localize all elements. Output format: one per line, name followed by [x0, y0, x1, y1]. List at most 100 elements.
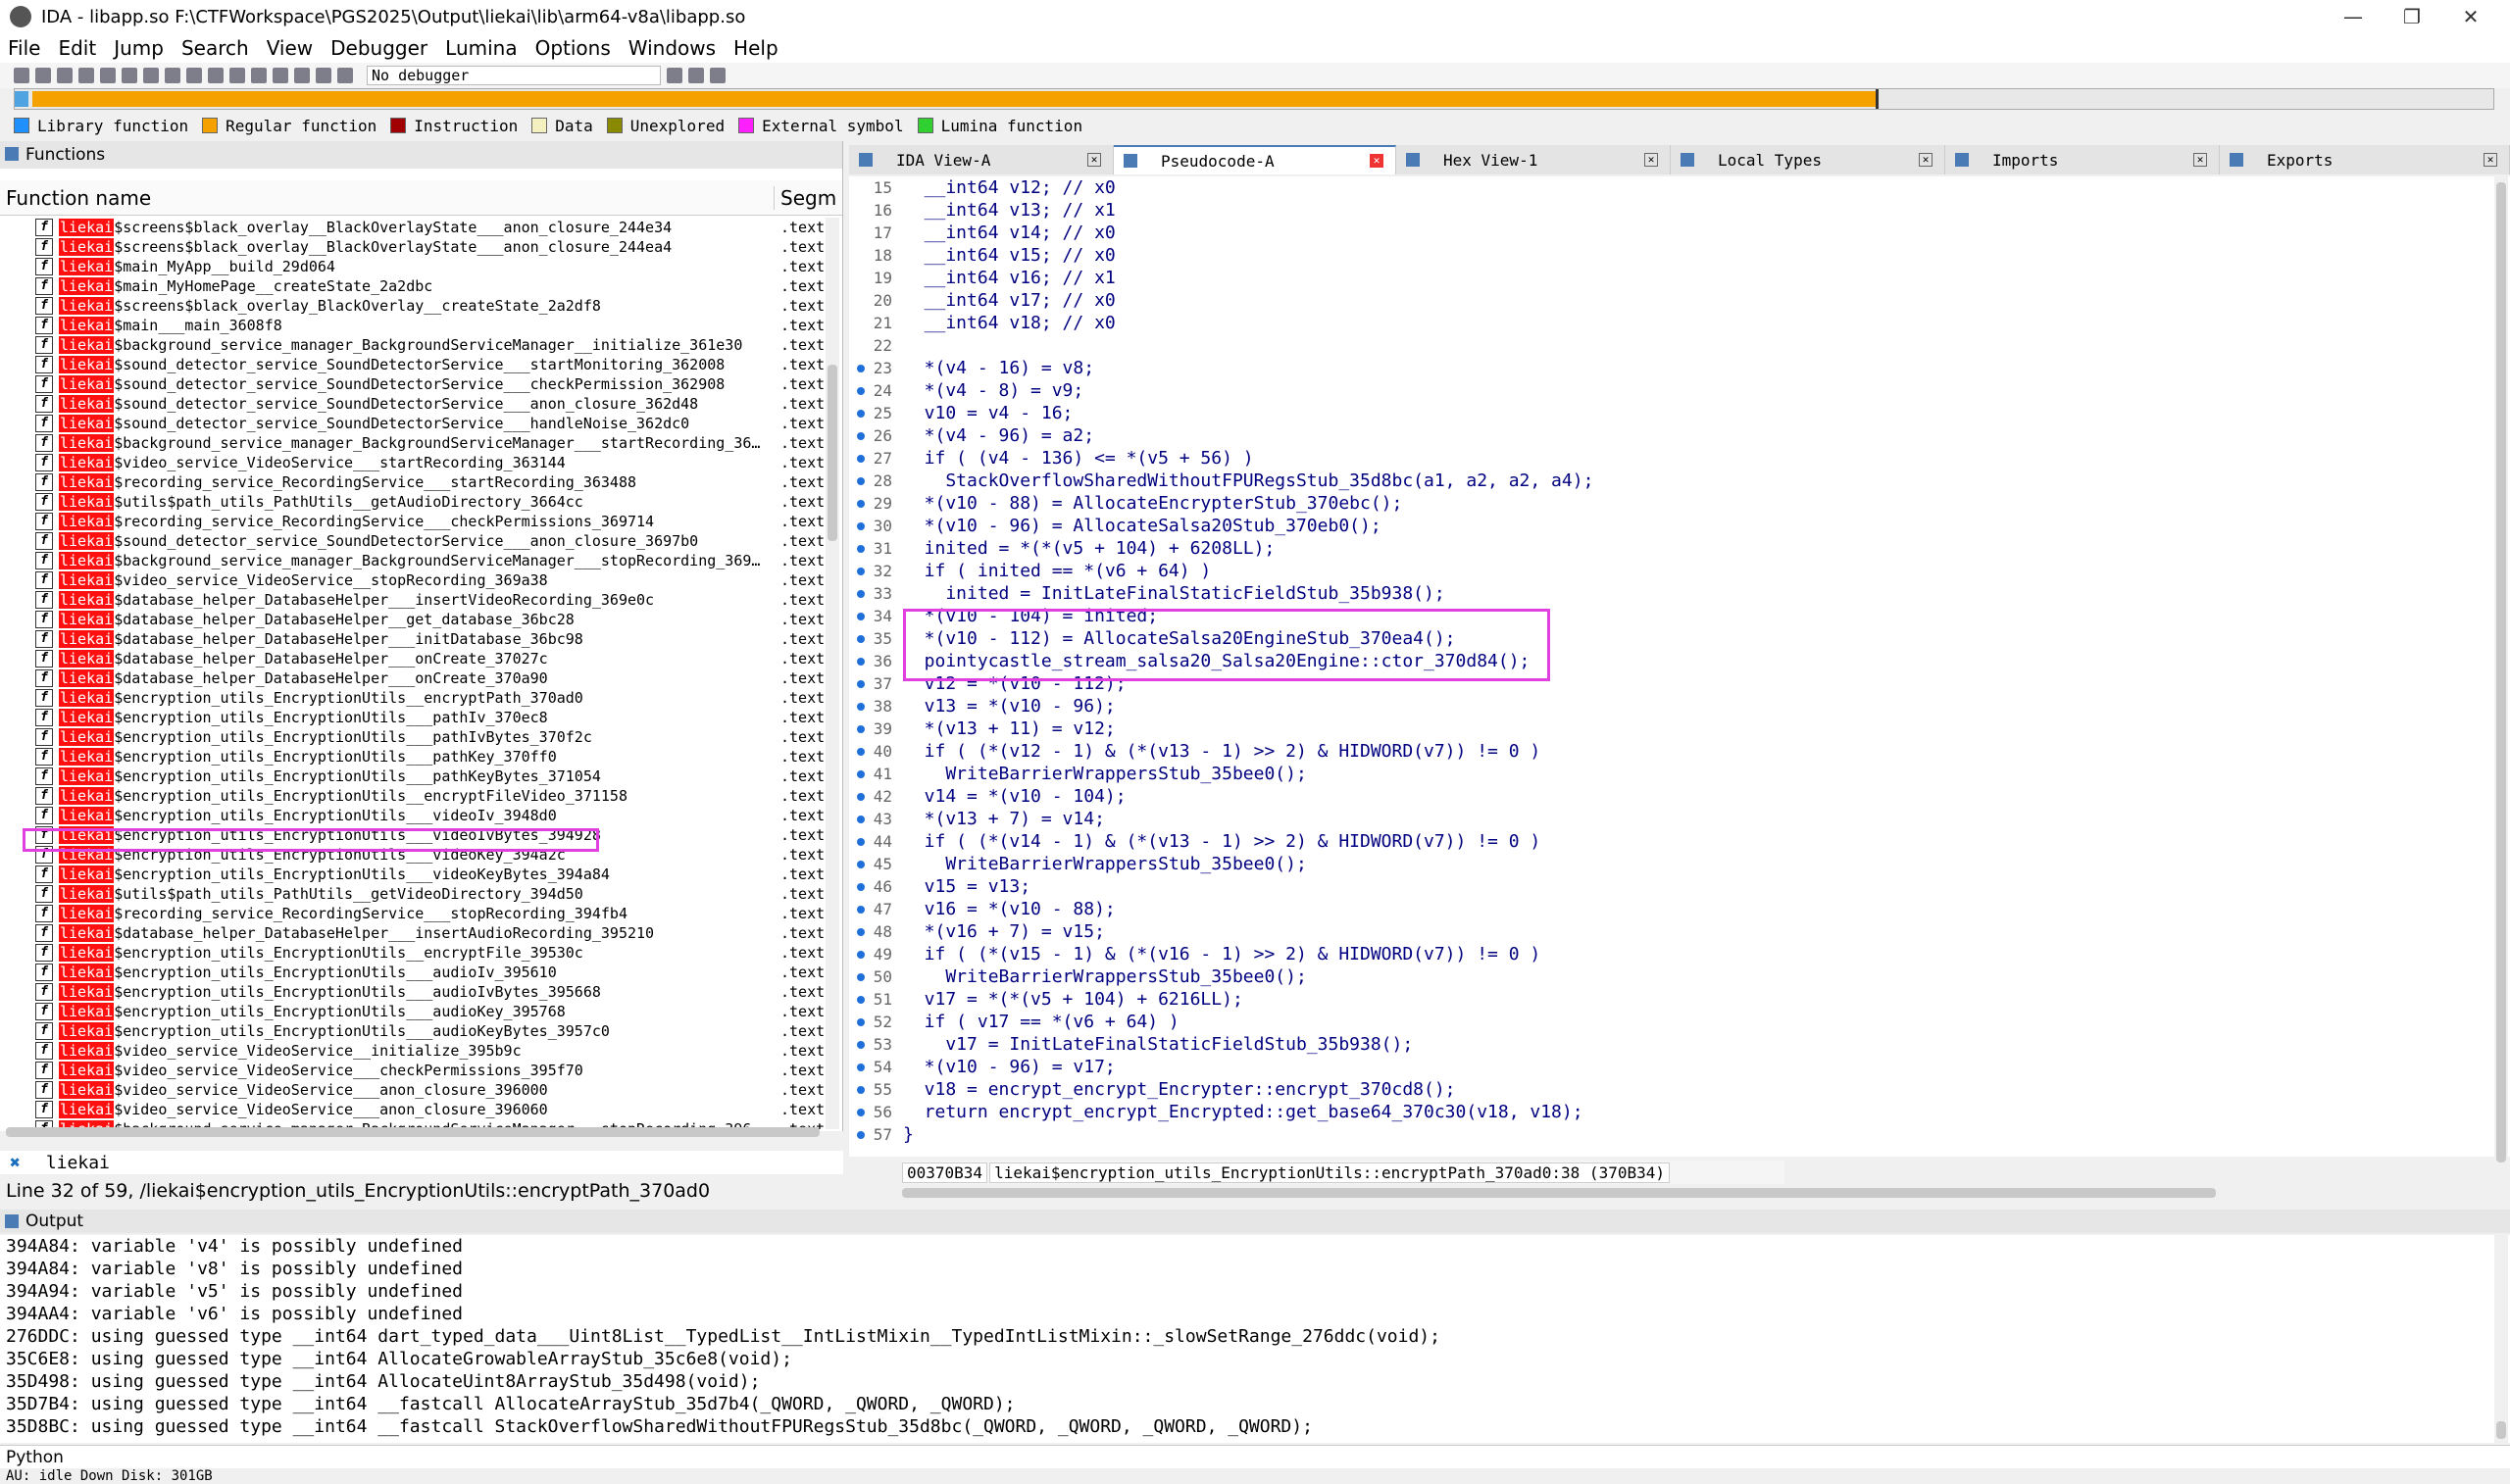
- search-icon[interactable]: [122, 68, 137, 83]
- function-row[interactable]: f liekai $sound_detector_service_SoundDete…: [0, 374, 828, 394]
- flowchart-icon[interactable]: [251, 68, 267, 83]
- function-row[interactable]: f liekai $background_service_manager_Backg…: [0, 551, 828, 570]
- breakpoint-dot-icon[interactable]: [857, 838, 865, 846]
- breakpoint-dot-icon[interactable]: [857, 748, 865, 756]
- function-row[interactable]: f liekai $encryption_utils_EncryptionUtils…: [0, 767, 828, 786]
- code-line[interactable]: __int64 v13; // x1: [903, 199, 2491, 222]
- function-row[interactable]: f liekai $database_helper_DatabaseHelper__…: [0, 610, 828, 629]
- code-line[interactable]: *(v13 + 11) = v12;: [903, 717, 2491, 740]
- attach-icon[interactable]: [667, 68, 682, 83]
- code-line[interactable]: v14 = *(v10 - 104);: [903, 785, 2491, 808]
- code-line[interactable]: v13 = *(v10 - 96);: [903, 695, 2491, 717]
- function-row[interactable]: f liekai $main_MyHomePage__createState_2a2…: [0, 276, 828, 296]
- breakpoint-icon[interactable]: [273, 68, 288, 83]
- menu-edit[interactable]: Edit: [58, 36, 96, 60]
- code-line[interactable]: if ( inited == *(v6 + 64) ): [903, 560, 2491, 582]
- breakpoint-dot-icon[interactable]: [857, 725, 865, 733]
- code-vscroll[interactable]: [2494, 176, 2508, 1186]
- menu-windows[interactable]: Windows: [628, 36, 716, 60]
- function-row[interactable]: f liekai $encryption_utils_EncryptionUtils…: [0, 1021, 828, 1041]
- menu-options[interactable]: Options: [535, 36, 611, 60]
- function-row[interactable]: f liekai $encryption_utils_EncryptionUtils…: [0, 747, 828, 767]
- clear-filter-icon[interactable]: ✖: [10, 1153, 21, 1173]
- breakpoint-dot-icon[interactable]: [857, 635, 865, 643]
- function-row[interactable]: f liekai $encryption_utils_EncryptionUtils…: [0, 786, 828, 806]
- tab-close-icon[interactable]: ✕: [2484, 153, 2497, 167]
- tab-close-icon[interactable]: ✕: [1644, 153, 1658, 167]
- save-icon[interactable]: [35, 68, 51, 83]
- code-line[interactable]: __int64 v16; // x1: [903, 267, 2491, 289]
- breakpoint-dot-icon[interactable]: [857, 522, 865, 530]
- function-row[interactable]: f liekai $database_helper_DatabaseHelper__…: [0, 629, 828, 649]
- code-line[interactable]: *(v16 + 7) = v15;: [903, 920, 2491, 943]
- list-icon[interactable]: [710, 68, 726, 83]
- output-vscroll[interactable]: [2494, 1235, 2508, 1443]
- breakpoint-dot-icon[interactable]: [857, 590, 865, 598]
- code-line[interactable]: StackOverflowSharedWithoutFPURegsStub_35…: [903, 470, 2491, 492]
- breakpoint-dot-icon[interactable]: [857, 906, 865, 914]
- breakpoint-dot-icon[interactable]: [857, 545, 865, 553]
- breakpoint-dot-icon[interactable]: [857, 883, 865, 891]
- code-line[interactable]: if ( (*(v15 - 1) & (*(v16 - 1) >> 2) & H…: [903, 943, 2491, 965]
- data-icon[interactable]: [186, 68, 202, 83]
- function-row[interactable]: f liekai $video_service_VideoService___ano…: [0, 1100, 828, 1119]
- tab-ida-view-a[interactable]: IDA View-A ✕: [849, 145, 1114, 174]
- code-line[interactable]: if ( (v4 - 136) <= *(v5 + 56) ): [903, 447, 2491, 470]
- function-row[interactable]: f liekai $sound_detector_service_SoundDete…: [0, 531, 828, 551]
- function-row[interactable]: f liekai $encryption_utils_EncryptionUtils…: [0, 806, 828, 825]
- tab-pseudocode-a[interactable]: Pseudocode-A ✕: [1114, 145, 1396, 174]
- breakpoint-dot-icon[interactable]: [857, 996, 865, 1004]
- code-line[interactable]: __int64 v18; // x0: [903, 312, 2491, 334]
- code-line[interactable]: *(v4 - 8) = v9;: [903, 379, 2491, 402]
- code-line[interactable]: v18 = encrypt_encrypt_Encrypter::encrypt…: [903, 1078, 2491, 1101]
- functions-vscroll[interactable]: [826, 218, 839, 1129]
- python-input[interactable]: Python: [0, 1445, 2510, 1468]
- function-row[interactable]: f liekai $background_service_manager_Backg…: [0, 335, 828, 355]
- breakpoint-dot-icon[interactable]: [857, 861, 865, 868]
- navigation-band[interactable]: [14, 88, 2494, 110]
- breakpoint-dot-icon[interactable]: [857, 658, 865, 666]
- code-line[interactable]: __int64 v15; // x0: [903, 244, 2491, 267]
- breakpoint-dot-icon[interactable]: [857, 1131, 865, 1139]
- code-icon[interactable]: [165, 68, 180, 83]
- code-line[interactable]: *(v10 - 88) = AllocateEncrypterStub_370e…: [903, 492, 2491, 515]
- function-row[interactable]: f liekai $screens$black_overlay__BlackOver…: [0, 218, 828, 237]
- layout-icon[interactable]: [688, 68, 704, 83]
- breakpoint-dot-icon[interactable]: [857, 387, 865, 395]
- code-line[interactable]: *(v4 - 96) = a2;: [903, 424, 2491, 447]
- function-row[interactable]: f liekai $database_helper_DatabaseHelper__…: [0, 590, 828, 610]
- code-line[interactable]: *(v10 - 96) = AllocateSalsa20Stub_370eb0…: [903, 515, 2491, 537]
- breakpoint-dot-icon[interactable]: [857, 680, 865, 688]
- column-segment[interactable]: Segm: [775, 186, 836, 210]
- code-line[interactable]: WriteBarrierWrappersStub_35bee0();: [903, 853, 2491, 875]
- code-line[interactable]: v16 = *(v10 - 88);: [903, 898, 2491, 920]
- function-row[interactable]: f liekai $sound_detector_service_SoundDete…: [0, 355, 828, 374]
- breakpoint-dot-icon[interactable]: [857, 1086, 865, 1094]
- close-button[interactable]: ✕: [2441, 0, 2500, 33]
- breakpoint-dot-icon[interactable]: [857, 365, 865, 372]
- graph-icon[interactable]: [229, 68, 245, 83]
- menu-search[interactable]: Search: [181, 36, 249, 60]
- code-line[interactable]: v17 = InitLateFinalStaticFieldStub_35b93…: [903, 1033, 2491, 1056]
- functions-hscroll[interactable]: [6, 1127, 820, 1137]
- code-line[interactable]: return encrypt_encrypt_Encrypted::get_ba…: [903, 1101, 2491, 1123]
- menu-debugger[interactable]: Debugger: [330, 36, 427, 60]
- function-row[interactable]: f liekai $background_service_manager_Backg…: [0, 433, 828, 453]
- string-icon[interactable]: [208, 68, 224, 83]
- breakpoint-dot-icon[interactable]: [857, 928, 865, 936]
- jump-icon[interactable]: [100, 68, 116, 83]
- function-row[interactable]: f liekai $video_service_VideoService___ano…: [0, 1080, 828, 1100]
- function-row[interactable]: f liekai $encryption_utils_EncryptionUtils…: [0, 708, 828, 727]
- code-line[interactable]: if ( (*(v14 - 1) & (*(v13 - 1) >> 2) & H…: [903, 830, 2491, 853]
- function-row[interactable]: f liekai $sound_detector_service_SoundDete…: [0, 414, 828, 433]
- function-row[interactable]: f liekai $utils$path_utils_PathUtils__getV…: [0, 884, 828, 904]
- breakpoint-dot-icon[interactable]: [857, 568, 865, 575]
- breakpoint-dot-icon[interactable]: [857, 1109, 865, 1116]
- minimize-button[interactable]: —: [2324, 0, 2383, 33]
- menu-help[interactable]: Help: [733, 36, 778, 60]
- code-line[interactable]: *(v13 + 7) = v14;: [903, 808, 2491, 830]
- forward-icon[interactable]: [78, 68, 94, 83]
- code-line[interactable]: inited = InitLateFinalStaticFieldStub_35…: [903, 582, 2491, 605]
- breakpoint-dot-icon[interactable]: [857, 793, 865, 801]
- function-row[interactable]: f liekai $recording_service_RecordingServi…: [0, 904, 828, 923]
